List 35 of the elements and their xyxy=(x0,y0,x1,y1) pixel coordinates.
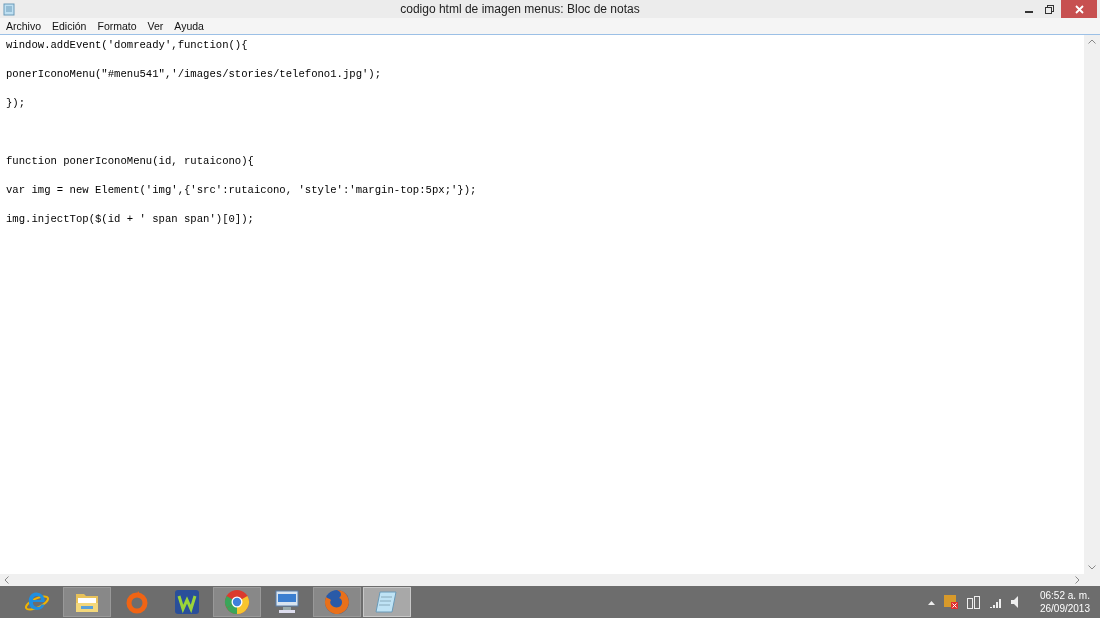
firefox-icon xyxy=(324,589,350,615)
scroll-down-icon[interactable] xyxy=(1088,565,1096,570)
clock-date: 26/09/2013 xyxy=(1039,602,1090,615)
clock[interactable]: 06:52 a. m. 26/09/2013 xyxy=(1039,589,1090,615)
scroll-right-icon[interactable] xyxy=(1075,576,1080,584)
window-title: codigo html de imagen menus: Bloc de notas xyxy=(399,2,641,16)
text-editor[interactable]: window.addEvent('domready',function(){ ponerIconoMenu("#menu541",'/images/stories/telefono1.jpg'); }); function ponerIconoMenu(id, rutaicono){ var img = new Element('img',{'src':rutaicono, 'style':'margin-top:5px;'}); img.injectTop($(id + ' span span')[0]); xyxy=(0,35,1084,574)
taskbar-button[interactable] xyxy=(313,587,361,617)
scroll-up-icon[interactable] xyxy=(1088,39,1096,44)
menu-item[interactable]: Formato xyxy=(93,20,141,32)
menu-item[interactable]: Edición xyxy=(48,20,91,32)
clock-time: 06:52 a. m. xyxy=(1039,589,1090,602)
restore-icon xyxy=(1044,4,1054,14)
menu-item[interactable]: Ayuda xyxy=(170,20,208,32)
close-button[interactable] xyxy=(1061,0,1097,18)
close-icon xyxy=(1074,4,1084,14)
menu-item[interactable]: Archivo xyxy=(2,20,45,32)
caret-icon[interactable] xyxy=(927,599,935,605)
signal-icon[interactable] xyxy=(988,596,1002,608)
chrome-icon xyxy=(224,589,250,615)
ring-icon xyxy=(126,590,148,614)
scroll-left-icon[interactable] xyxy=(4,576,9,584)
w-app-icon xyxy=(174,589,200,615)
notepad-icon xyxy=(374,589,400,615)
taskbar-button[interactable] xyxy=(363,587,411,617)
menu-item[interactable]: Ver xyxy=(143,20,168,32)
warning-app-icon[interactable] xyxy=(943,595,958,609)
horizontal-scrollbar[interactable] xyxy=(0,574,1084,586)
notepad-icon xyxy=(3,2,15,16)
speaker-icon[interactable] xyxy=(1010,596,1021,608)
taskbar-button[interactable] xyxy=(213,587,261,617)
taskbar-button[interactable] xyxy=(63,587,111,617)
device-icon[interactable] xyxy=(966,595,980,609)
monitor-icon xyxy=(274,589,300,615)
vertical-scrollbar[interactable] xyxy=(1084,35,1100,574)
